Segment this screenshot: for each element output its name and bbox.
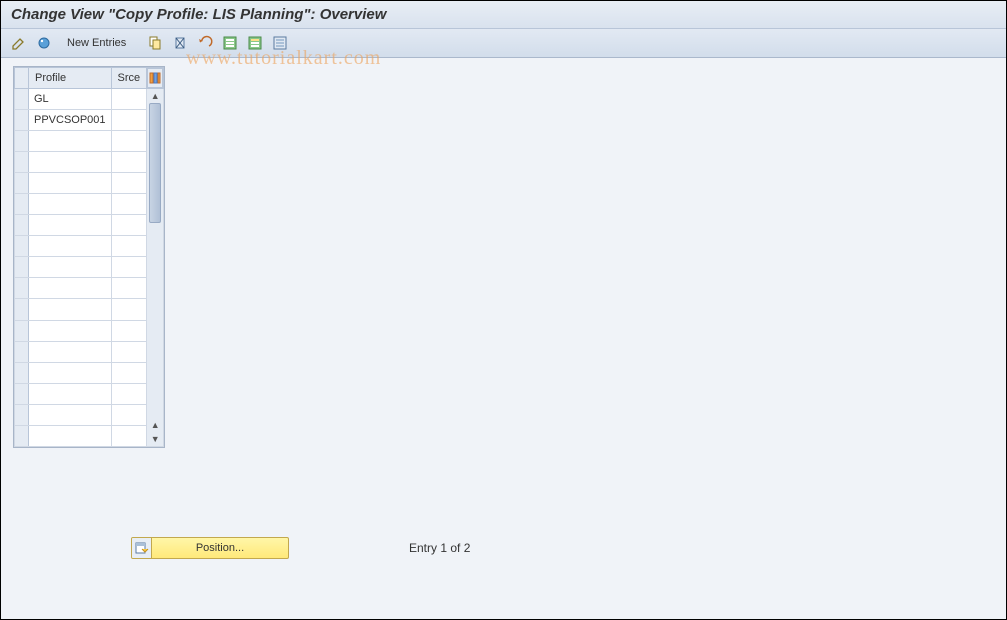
vertical-scrollbar[interactable]: ▲▲▼ [147,89,164,447]
table-row [15,404,164,425]
delete-icon[interactable] [170,33,190,53]
cell-profile[interactable] [29,320,112,341]
table-row [15,362,164,383]
table-row: PPVCSOP001 [15,110,164,131]
table-row: GL▲▲▼ [15,89,164,110]
cell-profile[interactable] [29,131,112,152]
scroll-down-icon[interactable]: ▼ [148,432,162,446]
cell-profile[interactable] [29,257,112,278]
cell-srce[interactable] [111,383,147,404]
row-selector[interactable] [15,299,29,320]
table-row [15,194,164,215]
row-selector[interactable] [15,152,29,173]
row-selector[interactable] [15,257,29,278]
cell-profile[interactable] [29,299,112,320]
cell-srce[interactable] [111,404,147,425]
page-title: Change View "Copy Profile: LIS Planning"… [1,1,1006,29]
row-selector[interactable] [15,278,29,299]
table-settings-icon[interactable] [147,68,163,88]
position-label: Position... [152,542,288,554]
cell-srce[interactable] [111,110,147,131]
cell-profile[interactable] [29,215,112,236]
select-all-icon[interactable] [220,33,240,53]
cell-srce[interactable] [111,215,147,236]
table-row [15,215,164,236]
cell-srce[interactable] [111,173,147,194]
scroll-up-icon[interactable]: ▲ [148,89,162,103]
row-selector[interactable] [15,89,29,110]
row-selector[interactable] [15,341,29,362]
cell-srce[interactable] [111,341,147,362]
cell-srce[interactable] [111,131,147,152]
row-selector[interactable] [15,425,29,446]
cell-profile[interactable] [29,236,112,257]
row-selector[interactable] [15,131,29,152]
scroll-thumb[interactable] [149,103,161,223]
table-row [15,425,164,446]
table-row [15,152,164,173]
row-selector[interactable] [15,404,29,425]
cell-profile[interactable]: GL [29,89,112,110]
cell-srce[interactable] [111,299,147,320]
cell-profile[interactable] [29,173,112,194]
table-row [15,278,164,299]
column-header-profile[interactable]: Profile [29,68,112,89]
row-selector[interactable] [15,173,29,194]
cell-srce[interactable] [111,194,147,215]
scroll-track[interactable] [148,103,162,418]
cell-profile[interactable]: PPVCSOP001 [29,110,112,131]
cell-profile[interactable] [29,383,112,404]
table-row [15,320,164,341]
table-row [15,383,164,404]
profile-table: Profile Srce GL▲▲▼PPVCSOP001 [13,66,165,448]
row-selector[interactable] [15,236,29,257]
cell-srce[interactable] [111,236,147,257]
cell-profile[interactable] [29,152,112,173]
cell-srce[interactable] [111,425,147,446]
table-row [15,131,164,152]
table-row [15,173,164,194]
row-selector-header[interactable] [15,68,29,89]
table-row [15,236,164,257]
row-selector[interactable] [15,194,29,215]
content-area: Profile Srce GL▲▲▼PPVCSOP001 [1,58,1006,586]
column-header-srce[interactable]: Srce [111,68,147,89]
toggle-edit-icon[interactable] [9,33,29,53]
cell-srce[interactable] [111,89,147,110]
cell-srce[interactable] [111,152,147,173]
scroll-up2-icon[interactable]: ▲ [148,418,162,432]
toolbar: New Entries [1,29,1006,58]
cell-profile[interactable] [29,362,112,383]
cell-profile[interactable] [29,425,112,446]
cell-profile[interactable] [29,278,112,299]
cell-profile[interactable] [29,194,112,215]
row-selector[interactable] [15,362,29,383]
table-row [15,257,164,278]
new-entries-button[interactable]: New Entries [59,35,134,51]
footer-bar: Position... Entry 1 of 2 [131,537,470,559]
select-block-icon[interactable] [245,33,265,53]
row-selector[interactable] [15,383,29,404]
cell-profile[interactable] [29,341,112,362]
row-selector[interactable] [15,320,29,341]
cell-srce[interactable] [111,257,147,278]
row-selector[interactable] [15,110,29,131]
deselect-all-icon[interactable] [270,33,290,53]
cell-srce[interactable] [111,320,147,341]
table-row [15,299,164,320]
row-selector[interactable] [15,215,29,236]
entry-counter: Entry 1 of 2 [409,541,470,555]
position-icon [132,538,152,558]
copy-icon[interactable] [145,33,165,53]
position-button[interactable]: Position... [131,537,289,559]
cell-srce[interactable] [111,362,147,383]
cell-profile[interactable] [29,404,112,425]
table-row [15,341,164,362]
cell-srce[interactable] [111,278,147,299]
other-entry-icon[interactable] [34,33,54,53]
undo-icon[interactable] [195,33,215,53]
